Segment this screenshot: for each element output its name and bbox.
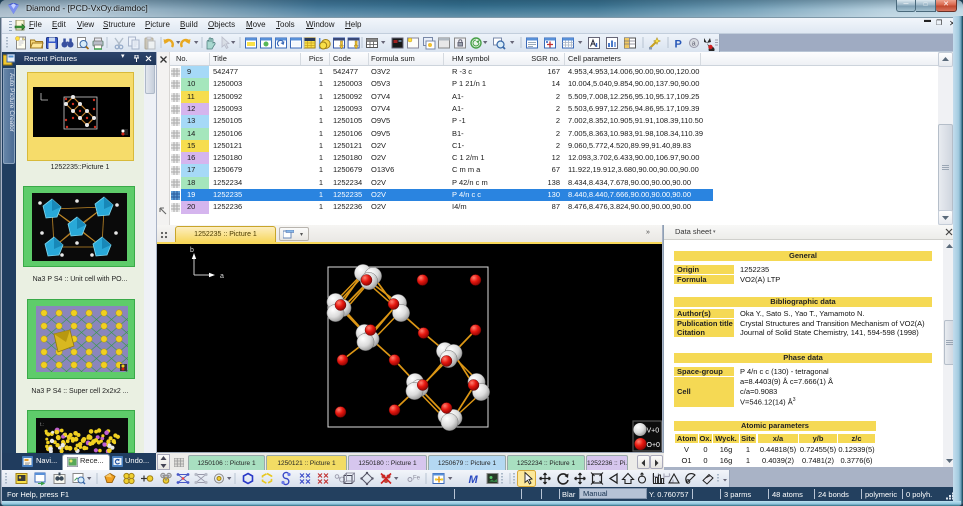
svg-text:O+0: O+0 [647, 442, 661, 449]
svg-text:P: P [675, 39, 682, 51]
svg-text:V+0: V+0 [647, 428, 660, 435]
svg-text:Fe: Fe [413, 476, 421, 482]
svg-text:b: b [190, 247, 194, 254]
svg-text:M: M [469, 474, 479, 486]
svg-text:a: a [692, 41, 696, 48]
svg-text:a: a [220, 273, 224, 280]
svg-text:t.:: t.: [40, 422, 44, 428]
